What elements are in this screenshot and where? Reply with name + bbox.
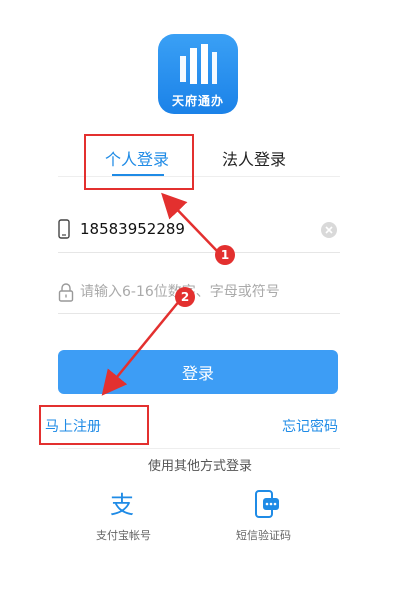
annotation-arrow-1	[161, 192, 219, 253]
annotation-badge-1: 1	[215, 245, 235, 265]
annotation-arrow-2	[101, 299, 181, 396]
annotation-badge-2: 2	[175, 287, 195, 307]
annotation-arrows	[101, 192, 219, 396]
